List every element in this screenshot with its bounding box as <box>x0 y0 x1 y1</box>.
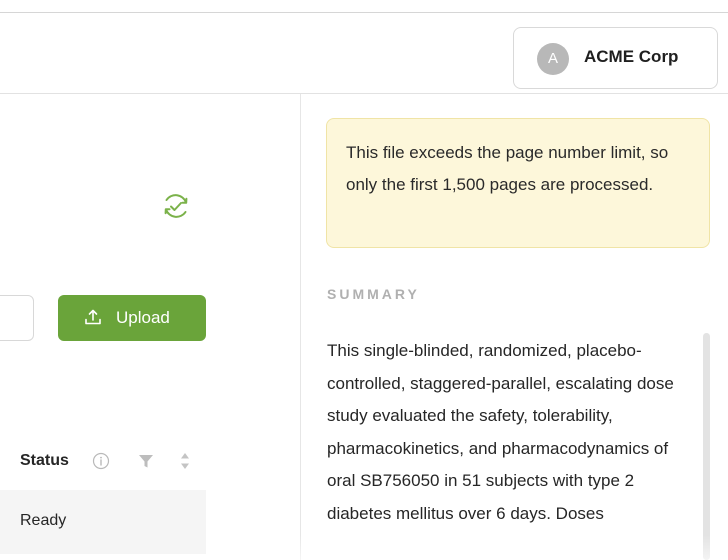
upload-icon <box>85 309 101 325</box>
upload-label: Upload <box>116 308 170 327</box>
upload-button[interactable]: Upload <box>58 295 206 341</box>
warning-text: This file exceeds the page number limit,… <box>346 143 669 194</box>
account-button[interactable]: A ACME Corp <box>513 27 718 89</box>
account-name: ACME Corp <box>584 47 679 66</box>
avatar: A <box>537 43 569 75</box>
scroll-fade <box>300 535 728 560</box>
status-column-label: Status <box>20 452 69 469</box>
summary-scrollbar-thumb[interactable] <box>703 333 710 560</box>
app-window: A ACME Corp Upload Status Ready This fil… <box>0 0 728 560</box>
status-column-header: Status <box>0 440 206 486</box>
info-icon[interactable] <box>92 452 110 470</box>
status-cell: Ready <box>20 512 67 529</box>
sync-check-icon[interactable] <box>160 190 192 222</box>
filter-icon[interactable] <box>138 452 154 470</box>
search-input[interactable] <box>0 295 34 341</box>
summary-text: This single-blinded, randomized, placebo… <box>327 341 674 523</box>
sort-icon[interactable] <box>178 450 192 472</box>
page-limit-warning: This file exceeds the page number limit,… <box>326 118 710 248</box>
panel-divider[interactable] <box>300 94 301 560</box>
top-bar: A ACME Corp <box>0 12 728 94</box>
table-row[interactable]: Ready <box>0 490 206 554</box>
summary-heading: SUMMARY <box>327 286 420 302</box>
